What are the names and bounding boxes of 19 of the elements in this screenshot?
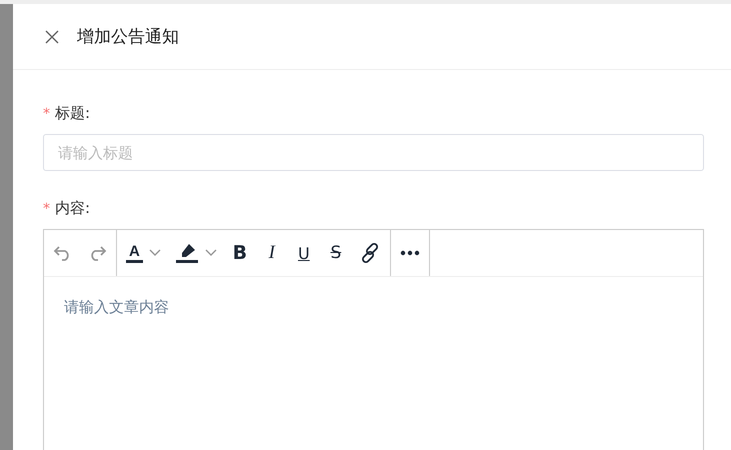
drawer-title: 增加公告通知 bbox=[77, 26, 179, 48]
italic-button[interactable]: I bbox=[258, 240, 286, 266]
editor-content-field[interactable]: 请输入文章内容 bbox=[44, 277, 703, 450]
title-input[interactable]: 请输入标题 bbox=[43, 134, 704, 171]
font-color-button[interactable]: A bbox=[121, 242, 166, 264]
editor-placeholder: 请输入文章内容 bbox=[64, 298, 169, 316]
close-button[interactable] bbox=[43, 28, 61, 46]
required-mark: * bbox=[43, 200, 50, 216]
chevron-down-icon bbox=[148, 249, 161, 257]
field-label: 标题: bbox=[55, 104, 90, 123]
strike-button[interactable]: S bbox=[322, 241, 350, 265]
marker-icon bbox=[174, 242, 199, 264]
close-icon bbox=[45, 30, 59, 44]
underline-button[interactable]: U bbox=[290, 242, 318, 264]
bold-button[interactable]: B bbox=[226, 240, 254, 266]
required-mark: * bbox=[43, 106, 50, 122]
more-icon bbox=[400, 250, 420, 256]
field-label: 内容: bbox=[55, 199, 90, 218]
chevron-down-icon bbox=[204, 249, 217, 257]
